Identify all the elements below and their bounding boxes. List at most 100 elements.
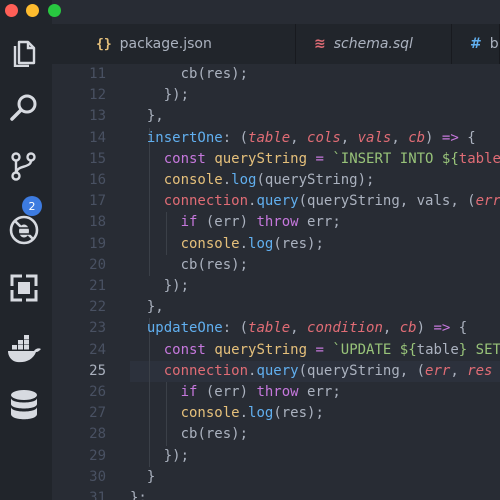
close-window-button[interactable] — [5, 4, 18, 17]
code-line: }, — [147, 297, 164, 318]
code-line: }); — [164, 446, 189, 467]
activity-explorer[interactable] — [4, 32, 44, 72]
docker-icon — [8, 335, 41, 363]
code-token: : ( — [222, 320, 249, 337]
code-token: log — [248, 405, 274, 422]
files-icon — [13, 40, 36, 67]
database-file-icon: ≋ — [314, 36, 326, 52]
database-icon — [11, 390, 37, 420]
code-token: (res); — [273, 235, 324, 252]
line-number: 13 — [89, 108, 106, 125]
code-token: connection — [163, 193, 249, 210]
code-token: }); — [163, 87, 190, 104]
tab-package-json[interactable]: {} package.json — [78, 24, 296, 64]
code-line: }, — [147, 106, 164, 127]
code-token: connection — [163, 362, 249, 379]
tab-burger[interactable]: # burger_s — [452, 24, 500, 64]
code-token: updateOne — [146, 320, 223, 337]
code-token: const — [163, 150, 206, 167]
zoom-window-button[interactable] — [48, 4, 61, 17]
code-token: }); — [163, 447, 190, 464]
code-token: = — [315, 341, 324, 358]
code-line: }; — [130, 488, 147, 500]
line-number: 24 — [89, 341, 106, 358]
code-token: (res); — [197, 66, 249, 82]
line-number: 18 — [89, 214, 106, 231]
code-token: , — [340, 129, 358, 146]
code-token: , — [450, 362, 468, 379]
code-token: (err) — [197, 214, 257, 231]
code-token: cb — [180, 66, 198, 82]
activity-database[interactable] — [4, 386, 44, 426]
code-token: table — [248, 129, 291, 146]
code-token: if — [180, 214, 198, 231]
activity-source-control[interactable] — [4, 146, 44, 186]
code-token: (queryString, ( — [298, 362, 426, 379]
source-control-icon — [11, 152, 36, 181]
code-token: }, — [146, 299, 164, 316]
code-token: err; — [298, 384, 341, 400]
code-token: throw — [256, 214, 299, 231]
code-token: (queryString, vals, ( — [298, 193, 476, 210]
line-number: 23 — [89, 320, 106, 337]
line-number: 15 — [89, 150, 106, 167]
code-token: => — [433, 320, 451, 337]
code-content[interactable]: cb(res);});}, insertOne: (table, cols, va… — [130, 64, 500, 500]
code-token: cb — [408, 129, 426, 146]
code-token: }, — [146, 108, 164, 125]
line-number: 16 — [89, 172, 106, 188]
code-token: res — [467, 362, 493, 379]
code-token: query — [256, 362, 299, 379]
line-number: 20 — [89, 256, 106, 273]
code-token: cb — [180, 426, 198, 443]
code-token: table — [458, 150, 500, 167]
code-token: queryString — [214, 150, 308, 167]
activity-debug[interactable] — [4, 210, 44, 250]
line-number: 26 — [89, 384, 106, 400]
code-token: console — [180, 235, 240, 252]
code-line: const queryString = `UPDATE ${table} SET — [164, 340, 500, 361]
code-line: cb(res); — [181, 64, 248, 85]
activity-search[interactable] — [4, 88, 44, 128]
code-line: if (err) throw err; — [181, 382, 341, 403]
code-token: ) — [416, 320, 434, 337]
extensions-icon — [10, 274, 38, 302]
line-number: 12 — [89, 87, 106, 104]
code-token: err — [425, 362, 451, 379]
tab-schema-sql[interactable]: ≋ schema.sql — [296, 24, 452, 64]
code-token: . — [239, 405, 249, 422]
code-token: throw — [256, 384, 299, 400]
code-token: err — [475, 193, 500, 210]
code-token: } — [146, 468, 156, 485]
json-file-icon: {} — [96, 36, 112, 52]
debug-icon — [9, 215, 39, 245]
code-editor[interactable]: 11 12 13 14 15 16 17 18 19 20 21 22 23 24 25 26 27 28 29 30… — [52, 64, 500, 500]
code-line: connection.query(queryString, (err, res — [164, 361, 493, 382]
line-number-gutter: 11 12 13 14 15 16 17 18 19 20 21 22 23 24 25 26 27 28 29 30… — [52, 64, 106, 500]
code-token: (queryString); — [256, 172, 375, 188]
line-number: 25 — [89, 362, 106, 379]
code-token: if — [180, 384, 198, 400]
code-token: { — [458, 129, 476, 146]
minimize-window-button[interactable] — [26, 4, 39, 17]
line-number: 17 — [89, 193, 106, 210]
code-token: console — [163, 172, 223, 188]
code-token: : ( — [222, 129, 249, 146]
activity-docker[interactable] — [4, 330, 44, 370]
code-token: (res); — [197, 256, 249, 273]
code-line: console.log(res); — [181, 403, 324, 424]
code-token: , — [290, 129, 308, 146]
code-line: cb(res); — [181, 424, 248, 445]
code-line: insertOne: (table, cols, vals, cb) => { — [147, 128, 476, 149]
code-token: cb — [180, 256, 198, 273]
line-number: 14 — [89, 129, 106, 146]
code-token: . — [222, 172, 232, 188]
code-token: }; — [130, 490, 147, 500]
code-token: condition — [307, 320, 383, 337]
code-token: } SET — [458, 341, 500, 358]
code-line: }); — [164, 276, 189, 297]
code-token: log — [231, 172, 257, 188]
code-token: = — [315, 150, 324, 167]
activity-extensions[interactable] — [4, 268, 44, 308]
code-token: (err) — [197, 384, 257, 400]
